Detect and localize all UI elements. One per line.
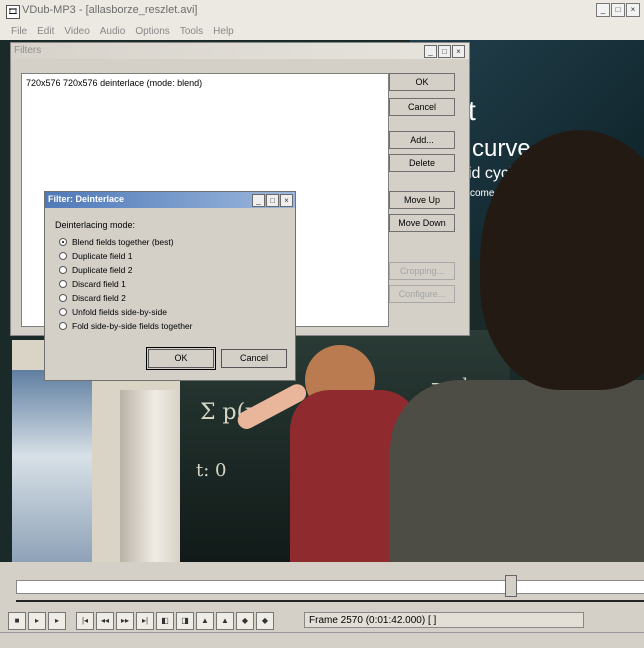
- mark-clear-icon[interactable]: ◆: [256, 612, 274, 630]
- filters-minimize-button[interactable]: _: [424, 45, 437, 58]
- mode-option-label: Unfold fields side-by-side: [72, 307, 167, 317]
- radio-button[interactable]: [59, 238, 67, 246]
- radio-button[interactable]: [59, 294, 67, 302]
- filters-title-bar: Filters _ □ ×: [11, 43, 469, 59]
- filter-list-item[interactable]: 720x576 720x576 deinterlace (mode: blend…: [26, 78, 202, 88]
- radio-button[interactable]: [59, 322, 67, 330]
- mode-option-discard-1[interactable]: Discard field 1: [59, 278, 126, 290]
- deinterlace-cancel-button[interactable]: Cancel: [221, 349, 287, 368]
- filters-cancel-button[interactable]: Cancel: [389, 98, 455, 116]
- menu-file[interactable]: File: [11, 26, 27, 37]
- filters-move-up-button[interactable]: Move Up: [389, 191, 455, 209]
- next-key-icon[interactable]: ▸▸: [116, 612, 134, 630]
- mode-option-duplicate-1[interactable]: Duplicate field 1: [59, 250, 132, 262]
- menu-audio[interactable]: Audio: [100, 26, 126, 37]
- filters-cropping-button[interactable]: Cropping...: [389, 262, 455, 280]
- deinterlace-close-button[interactable]: ×: [280, 194, 293, 207]
- mark-out-icon[interactable]: ▲: [216, 612, 234, 630]
- mark-in-icon[interactable]: ▲: [196, 612, 214, 630]
- menu-tools[interactable]: Tools: [180, 26, 203, 37]
- stop-icon[interactable]: ■: [8, 612, 26, 630]
- filters-maximize-button[interactable]: □: [438, 45, 451, 58]
- scene-poster: [12, 370, 92, 562]
- mode-option-duplicate-2[interactable]: Duplicate field 2: [59, 264, 132, 276]
- deinterlace-title: Filter: Deinterlace: [48, 194, 125, 204]
- position-slider-thumb[interactable]: [505, 575, 517, 597]
- filters-close-button[interactable]: ×: [452, 45, 465, 58]
- timeline-panel: ■ ▸ ▸ |◂ ◂◂ ▸▸ ▸| ◧ ◨ ▲ ▲ ◆ ◆ Frame 2570…: [0, 562, 644, 648]
- app-icon: 🎞: [6, 5, 20, 19]
- deinterlacing-mode-label: Deinterlacing mode:: [55, 220, 136, 230]
- go-start-icon[interactable]: |◂: [76, 612, 94, 630]
- status-bar: [0, 632, 644, 648]
- filters-add-button[interactable]: Add...: [389, 131, 455, 149]
- menu-bar: File Edit Video Audio Options Tools Help: [0, 22, 644, 40]
- minimize-button[interactable]: _: [596, 3, 610, 17]
- transport-toolbar: ■ ▸ ▸ |◂ ◂◂ ▸▸ ▸| ◧ ◨ ▲ ▲ ◆ ◆: [8, 612, 274, 630]
- filters-configure-button[interactable]: Configure...: [389, 285, 455, 303]
- close-button[interactable]: ×: [626, 3, 640, 17]
- maximize-button[interactable]: □: [611, 3, 625, 17]
- mark-sel-icon[interactable]: ◆: [236, 612, 254, 630]
- scene-man-shoulder: [390, 380, 644, 562]
- frame-position-field: Frame 2570 (0:01:42.000) [ ]: [304, 612, 584, 628]
- deinterlace-ok-button[interactable]: OK: [146, 347, 216, 370]
- deinterlace-title-bar: Filter: Deinterlace _ □ ×: [45, 192, 295, 208]
- radio-button[interactable]: [59, 266, 67, 274]
- deinterlace-maximize-button[interactable]: □: [266, 194, 279, 207]
- radio-button[interactable]: [59, 252, 67, 260]
- mode-option-label: Blend fields together (best): [72, 237, 174, 247]
- mode-option-label: Duplicate field 2: [72, 265, 133, 275]
- mode-option-label: Fold side-by-side fields together: [72, 321, 193, 331]
- radio-button[interactable]: [59, 308, 67, 316]
- mode-option-label: Discard field 1: [72, 279, 126, 289]
- deinterlace-dialog: Filter: Deinterlace _ □ × Deinterlacing …: [44, 191, 296, 381]
- menu-options[interactable]: Options: [135, 26, 169, 37]
- scene-prev-icon[interactable]: ◧: [156, 612, 174, 630]
- mode-option-unfold[interactable]: Unfold fields side-by-side: [59, 306, 167, 318]
- mode-option-blend[interactable]: Blend fields together (best): [59, 236, 174, 248]
- timeline-scale: [16, 600, 644, 602]
- deinterlace-window-controls: _ □ ×: [252, 194, 293, 207]
- filters-ok-button[interactable]: OK: [389, 73, 455, 91]
- radio-button[interactable]: [59, 280, 67, 288]
- mode-option-discard-2[interactable]: Discard field 2: [59, 292, 126, 304]
- mode-option-label: Discard field 2: [72, 293, 126, 303]
- menu-edit[interactable]: Edit: [37, 26, 54, 37]
- go-end-icon[interactable]: ▸|: [136, 612, 154, 630]
- menu-help[interactable]: Help: [213, 26, 234, 37]
- prev-key-icon[interactable]: ◂◂: [96, 612, 114, 630]
- chalk-formula-2: t: 0: [196, 460, 227, 481]
- filters-window-controls: _ □ ×: [424, 45, 465, 58]
- position-track[interactable]: [16, 580, 644, 594]
- mode-option-label: Duplicate field 1: [72, 251, 133, 261]
- filters-delete-button[interactable]: Delete: [389, 154, 455, 172]
- scene-next-icon[interactable]: ◨: [176, 612, 194, 630]
- play-output-icon[interactable]: ▸: [48, 612, 66, 630]
- filters-title: Filters: [14, 45, 42, 56]
- filters-move-down-button[interactable]: Move Down: [389, 214, 455, 232]
- play-input-icon[interactable]: ▸: [28, 612, 46, 630]
- main-title-bar: 🎞 VDub-MP3 - [allasborze_reszlet.avi] _ …: [0, 0, 644, 23]
- menu-video[interactable]: Video: [64, 26, 89, 37]
- mode-option-fold[interactable]: Fold side-by-side fields together: [59, 320, 192, 332]
- window-title: VDub-MP3 - [allasborze_reszlet.avi]: [22, 4, 198, 16]
- deinterlace-minimize-button[interactable]: _: [252, 194, 265, 207]
- window-controls: _ □ ×: [596, 3, 640, 17]
